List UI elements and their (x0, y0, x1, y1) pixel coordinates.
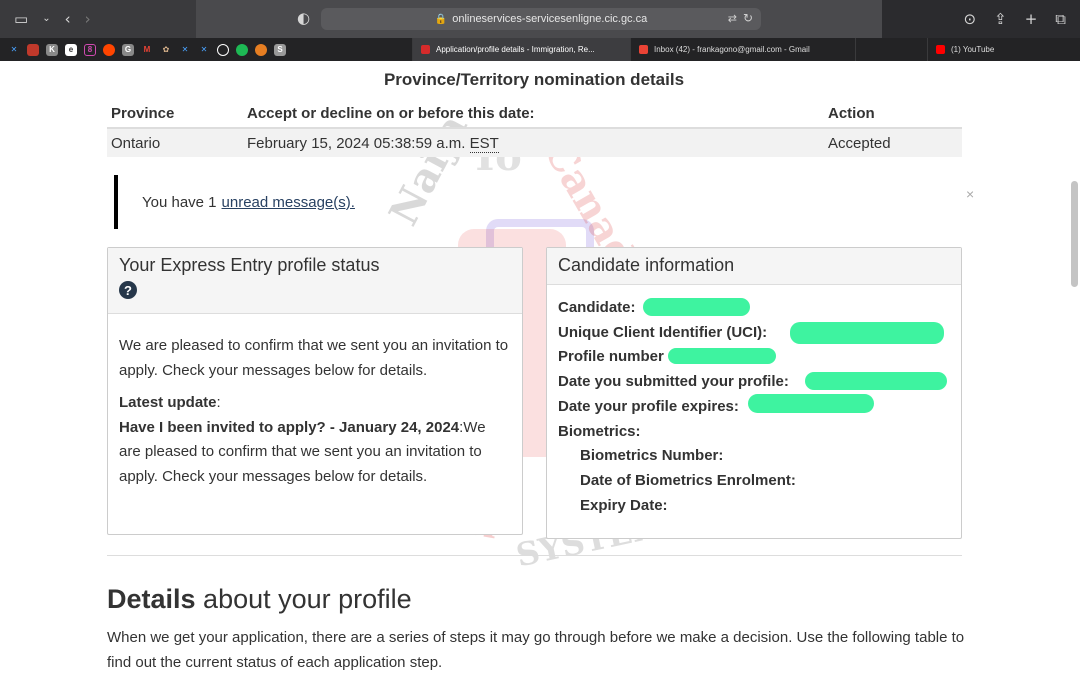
column-header: Action (824, 101, 962, 129)
pinned-tab-app-icon[interactable] (255, 43, 267, 56)
latest-update-heading: Have I been invited to apply? - January … (119, 418, 460, 436)
toolbar-actions: ⊙ ⇪ + ⧉ (964, 0, 1066, 38)
youtube-icon (936, 45, 945, 54)
pinned-tab-er-icon[interactable]: e (65, 43, 77, 56)
tab-application[interactable]: Application/profile details - Immigratio… (412, 38, 630, 61)
panel-title: Candidate information (558, 255, 735, 275)
window-controls: ▭ ⌄ ‹ › (0, 0, 196, 38)
panel-header: Candidate information (547, 248, 961, 285)
unread-messages-link[interactable]: unread message(s). (222, 194, 355, 211)
page-content: Naija To Canada JAPA SYSTEM Province/Ter… (0, 61, 1080, 675)
pinned-tab-x-icon[interactable]: ✕ (8, 44, 20, 56)
field-biometrics-number: Biometrics Number: (580, 447, 724, 465)
gmail-icon (639, 45, 648, 54)
alert-text: You have 1 (142, 193, 217, 211)
redaction-mark (668, 348, 776, 364)
field-biometrics-expiry: Expiry Date: (580, 496, 668, 514)
panel-body: We are pleased to confirm that we sent y… (108, 314, 522, 489)
back-icon[interactable]: ‹ (65, 11, 71, 27)
pinned-tab-app-icon[interactable] (236, 43, 248, 56)
panel-header: Your Express Entry profile status ? (108, 248, 522, 314)
timezone-abbr: EST (469, 134, 499, 153)
candidate-info-panel: Candidate information Candidate: Unique … (546, 247, 962, 539)
deadline-date: February 15, 2024 05:38:59 a.m. (247, 134, 466, 152)
lock-icon: 🔒 (434, 13, 448, 25)
deadline-cell: February 15, 2024 05:38:59 a.m. EST (243, 128, 824, 157)
tab-spacer (855, 38, 927, 61)
details-title: Details about your profile (107, 584, 412, 615)
field-candidate: Candidate: (558, 299, 636, 316)
url-text: onlineservices-servicesenligne.cic.gc.ca (452, 13, 648, 25)
tab-overview-icon[interactable]: ⧉ (1055, 11, 1066, 27)
canada-flag-icon (421, 45, 430, 54)
redaction-mark (805, 372, 947, 390)
nomination-title: Province/Territory nomination details (383, 70, 685, 89)
browser-toolbar: ▭ ⌄ ‹ › ◐ 🔒 onlineservices-servicesenlig… (0, 0, 1080, 38)
close-icon[interactable]: × (966, 186, 974, 202)
share-icon[interactable]: ⇪ (994, 11, 1007, 27)
pinned-tab-x-icon[interactable]: ✕ (198, 44, 210, 56)
translate-icon[interactable]: ⇄ (728, 12, 737, 25)
field-biometrics-enrolment: Date of Biometrics Enrolment: (580, 471, 796, 489)
field-biometrics: Biometrics: (558, 422, 641, 440)
pinned-tab-s-icon[interactable]: S (274, 43, 286, 56)
pinned-tab-gmail-icon[interactable]: M (141, 44, 153, 56)
action-cell: Accepted (824, 128, 962, 157)
table-header-row: Province Accept or decline on or before … (107, 101, 962, 129)
help-icon[interactable]: ? (119, 281, 137, 299)
unread-messages-alert: You have 1 unread message(s). (114, 175, 954, 229)
download-icon[interactable]: ⊙ (964, 11, 977, 27)
details-title-rest: about your profile (195, 584, 412, 614)
panel-title: Your Express Entry profile status (119, 255, 380, 275)
latest-update-colon: : (216, 394, 221, 411)
chevron-down-icon[interactable]: ⌄ (42, 14, 50, 24)
table-row: Ontario February 15, 2024 05:38:59 a.m. … (107, 128, 962, 157)
pinned-tab-app-icon[interactable]: 8 (84, 43, 96, 56)
scrollbar-thumb[interactable] (1071, 181, 1078, 287)
privacy-shield-icon[interactable]: ◐ (297, 11, 310, 26)
section-divider (107, 555, 962, 556)
pinned-tabs: ✕ K e 8 G M ✿ ✕ ✕ S (0, 43, 412, 56)
profile-status-panel: Your Express Entry profile status ? We a… (107, 247, 523, 535)
redaction-mark (643, 298, 750, 316)
pinned-tab-k-icon[interactable]: K (46, 43, 58, 56)
pinned-tab-app-icon[interactable] (27, 43, 39, 56)
latest-update: Latest update: Have I been invited to app… (119, 391, 511, 489)
latest-update-label: Latest update (119, 394, 217, 411)
pinned-tab-reddit-icon[interactable] (103, 43, 115, 56)
tab-bar: ✕ K e 8 G M ✿ ✕ ✕ S Application/profile … (0, 38, 1080, 61)
pinned-tab-app-icon[interactable]: ✿ (160, 44, 172, 56)
pinned-tab-g-icon[interactable]: G (122, 43, 134, 56)
tab-title: Application/profile details - Immigratio… (436, 45, 595, 54)
forward-icon[interactable]: › (85, 11, 91, 27)
details-description: When we get your application, there are … (107, 629, 965, 671)
new-tab-icon[interactable]: + (1025, 11, 1038, 27)
details-title-bold: Details (107, 584, 196, 614)
column-header: Province (107, 101, 243, 129)
column-header: Accept or decline on or before this date… (243, 101, 824, 129)
address-bar[interactable]: 🔒 onlineservices-servicesenligne.cic.gc.… (321, 8, 761, 30)
pinned-tab-app-icon[interactable] (217, 43, 229, 56)
tab-title: Inbox (42) - frankagono@gmail.com - Gmai… (654, 45, 810, 54)
tab-gmail[interactable]: Inbox (42) - frankagono@gmail.com - Gmai… (630, 38, 855, 61)
tab-title: (1) YouTube (951, 45, 995, 54)
pinned-tab-x-icon[interactable]: ✕ (179, 44, 191, 56)
tab-youtube[interactable]: (1) YouTube (927, 38, 1080, 61)
sidebar-icon[interactable]: ▭ (14, 11, 28, 27)
nomination-table: Province Accept or decline on or before … (107, 101, 962, 157)
status-message: We are pleased to confirm that we sent y… (119, 337, 509, 379)
reload-icon[interactable]: ↻ (743, 11, 753, 25)
redaction-mark (790, 322, 944, 344)
province-cell: Ontario (107, 128, 243, 157)
redaction-mark (748, 394, 874, 413)
